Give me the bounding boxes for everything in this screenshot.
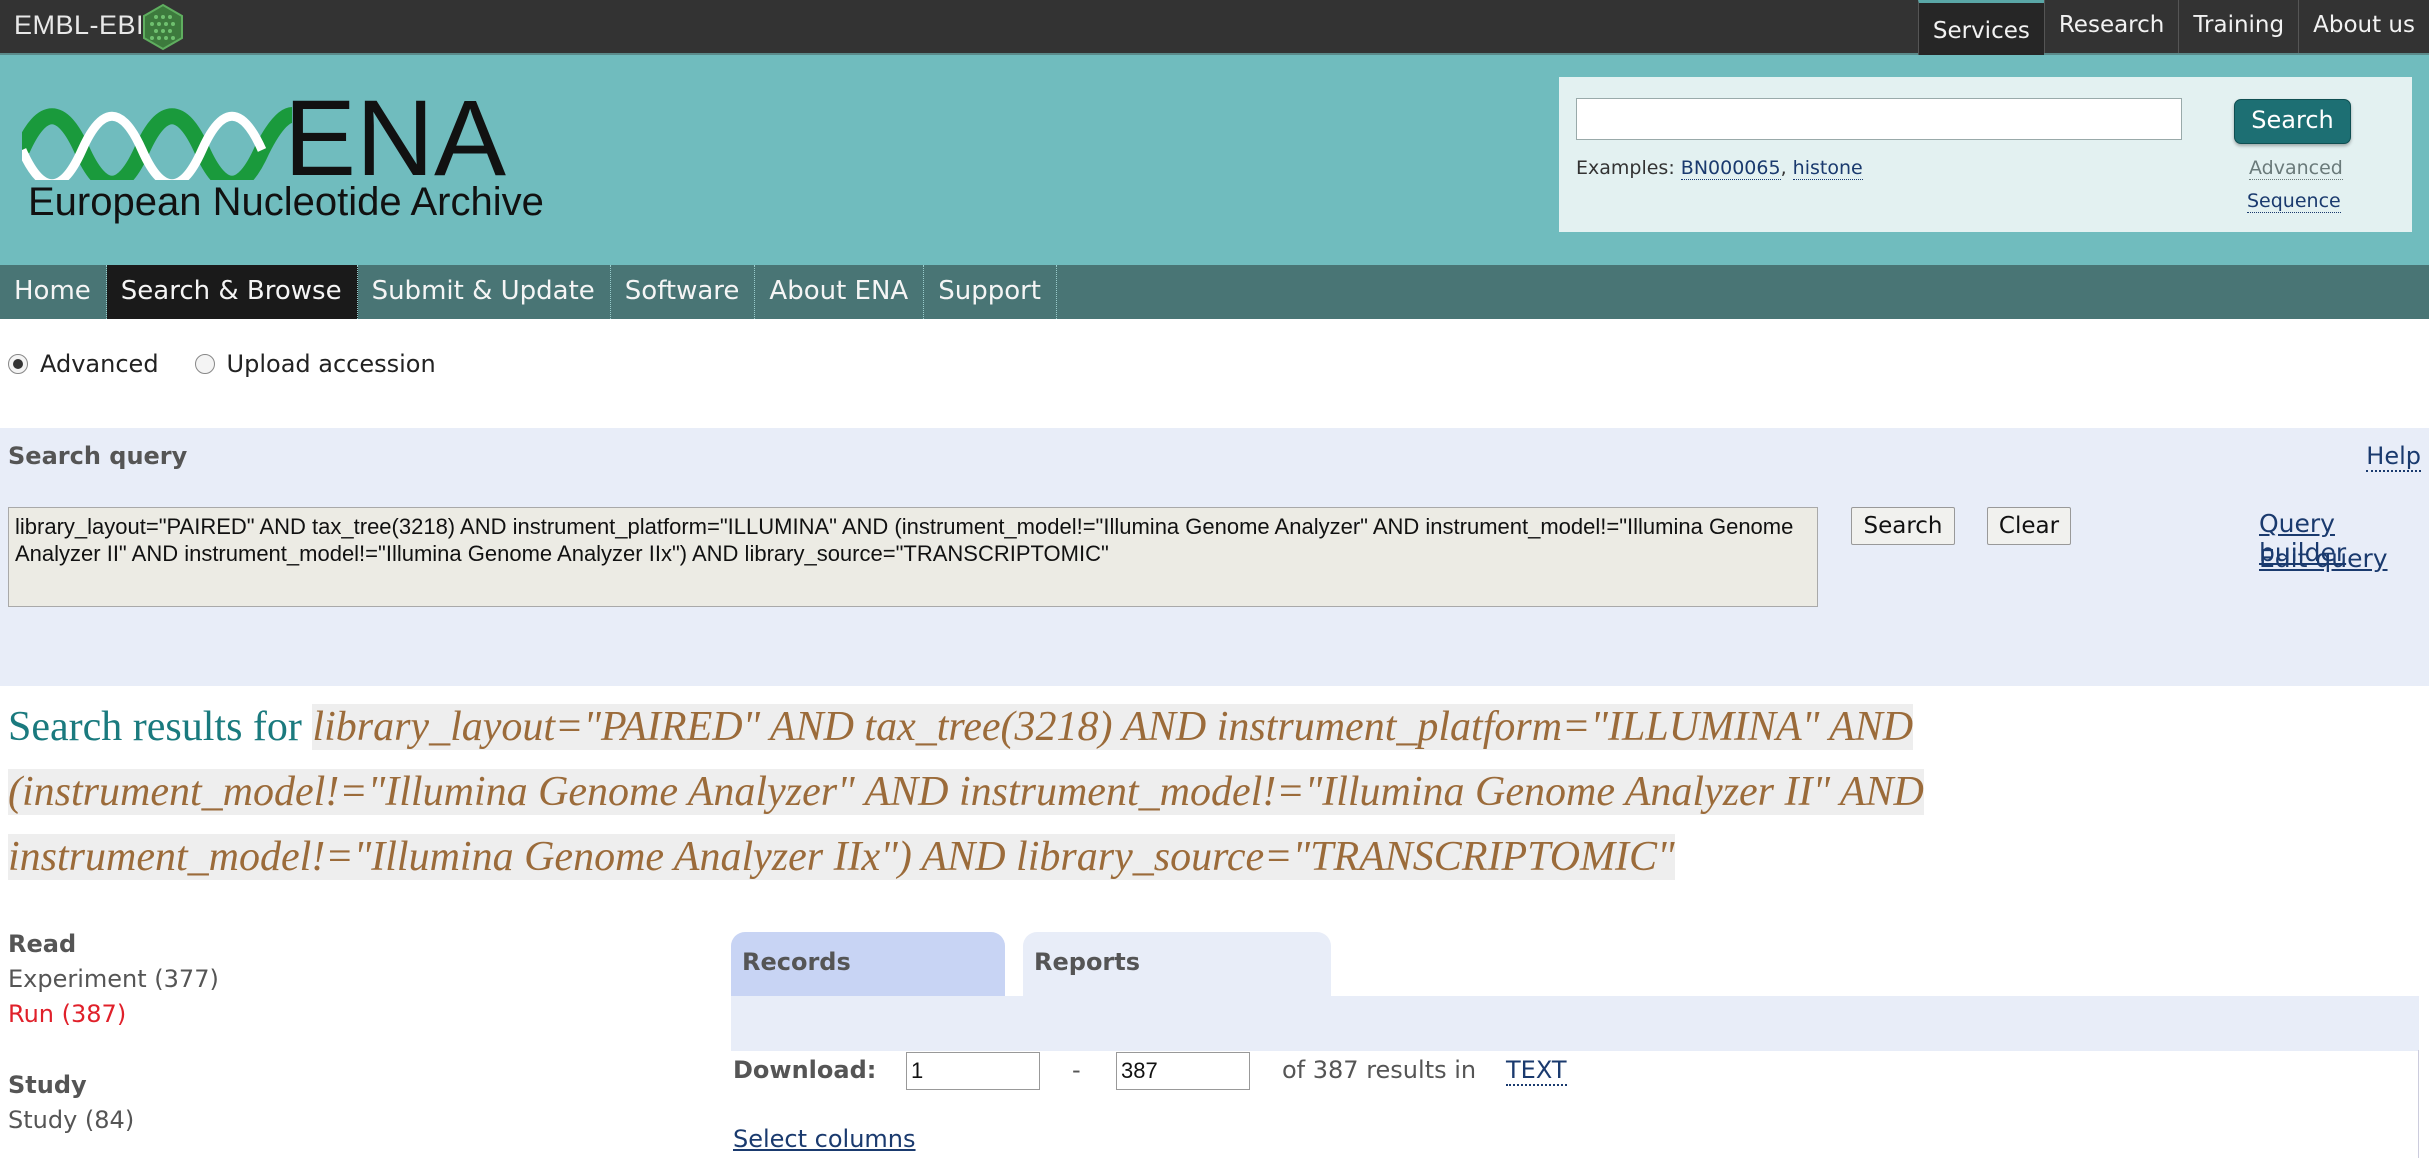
global-nav-training[interactable]: Training	[2178, 0, 2298, 53]
site-search-button[interactable]: Search	[2234, 99, 2351, 144]
embl-ebi-hex-logo-icon	[143, 3, 183, 51]
embl-ebi-logo-text[interactable]: EMBL-EBI	[14, 10, 144, 41]
nav-support[interactable]: Support	[924, 265, 1057, 319]
search-query-title: Search query	[8, 442, 188, 470]
site-search-input[interactable]	[1576, 98, 2182, 140]
edit-query-link[interactable]: Edit query	[2259, 544, 2388, 573]
results-heading-lead: Search results for	[8, 704, 313, 750]
ena-logo-subtitle: European Nucleotide Archive	[28, 180, 544, 224]
nav-software[interactable]: Software	[611, 265, 756, 319]
nav-home[interactable]: Home	[0, 265, 107, 319]
advanced-search-link[interactable]: Advanced	[2249, 157, 2343, 180]
nav-submit-update[interactable]: Submit & Update	[358, 265, 611, 319]
upload-accession-radio-label[interactable]: Upload accession	[227, 350, 436, 378]
examples-label: Examples:	[1576, 157, 1681, 179]
example-link-histone[interactable]: histone	[1792, 157, 1863, 180]
download-results-count: of 387 results in	[1282, 1056, 1477, 1084]
download-from-input[interactable]	[906, 1052, 1040, 1090]
query-clear-button[interactable]: Clear	[1987, 507, 2071, 545]
sequence-search-link[interactable]: Sequence	[2247, 190, 2341, 213]
ena-logo[interactable]: ENA	[22, 95, 522, 180]
global-nav-research[interactable]: Research	[2043, 0, 2179, 53]
top-bar: EMBL-EBI Services Research Training Abou…	[0, 0, 2429, 56]
tab-reports[interactable]: Reports	[1023, 932, 1331, 996]
site-search-box: Search Examples: BN000065, histone Advan…	[1559, 77, 2412, 232]
nav-search-browse[interactable]: Search & Browse	[106, 265, 358, 319]
download-to-input[interactable]	[1116, 1052, 1250, 1090]
facet-study[interactable]: Study (84)	[8, 1106, 134, 1134]
advanced-radio-label[interactable]: Advanced	[40, 350, 159, 378]
download-range-dash: -	[1072, 1056, 1081, 1084]
advanced-radio[interactable]	[8, 354, 28, 374]
upload-accession-radio[interactable]	[194, 354, 215, 374]
download-text-link[interactable]: TEXT	[1506, 1056, 1567, 1086]
search-query-panel: Search query Help library_layout="PAIRED…	[0, 428, 2429, 686]
site-header: ENA European Nucleotide Archive Search E…	[0, 55, 2429, 265]
nav-about-ena[interactable]: About ENA	[755, 265, 925, 319]
global-nav-services[interactable]: Services	[1917, 0, 2044, 56]
content-border	[2418, 1050, 2419, 1158]
search-mode-selector: Advanced Upload accession	[8, 350, 436, 378]
facet-heading-read: Read	[8, 930, 77, 958]
query-search-button[interactable]: Search	[1851, 507, 1955, 545]
tab-header-strip	[731, 996, 2419, 1051]
main-nav: Home Search & Browse Submit & Update Sof…	[0, 265, 2429, 319]
examples-separator: ,	[1780, 157, 1793, 179]
ena-logo-text: ENA	[284, 95, 506, 180]
facet-heading-study: Study	[8, 1071, 87, 1099]
global-nav: Services Research Training About us	[1917, 0, 2429, 56]
facet-experiment[interactable]: Experiment (377)	[8, 965, 219, 993]
global-nav-about-us[interactable]: About us	[2298, 0, 2429, 53]
download-label: Download:	[733, 1056, 877, 1084]
query-textarea[interactable]: library_layout="PAIRED" AND tax_tree(321…	[8, 507, 1818, 607]
search-examples: Examples: BN000065, histone	[1576, 157, 1863, 180]
facet-run[interactable]: Run (387)	[8, 1000, 126, 1028]
example-link-bn000065[interactable]: BN000065	[1680, 157, 1781, 180]
results-heading: Search results for library_layout="PAIRE…	[8, 695, 2008, 890]
select-columns-link[interactable]: Select columns	[733, 1125, 916, 1153]
tab-records[interactable]: Records	[731, 932, 1005, 996]
help-link[interactable]: Help	[2366, 442, 2421, 472]
